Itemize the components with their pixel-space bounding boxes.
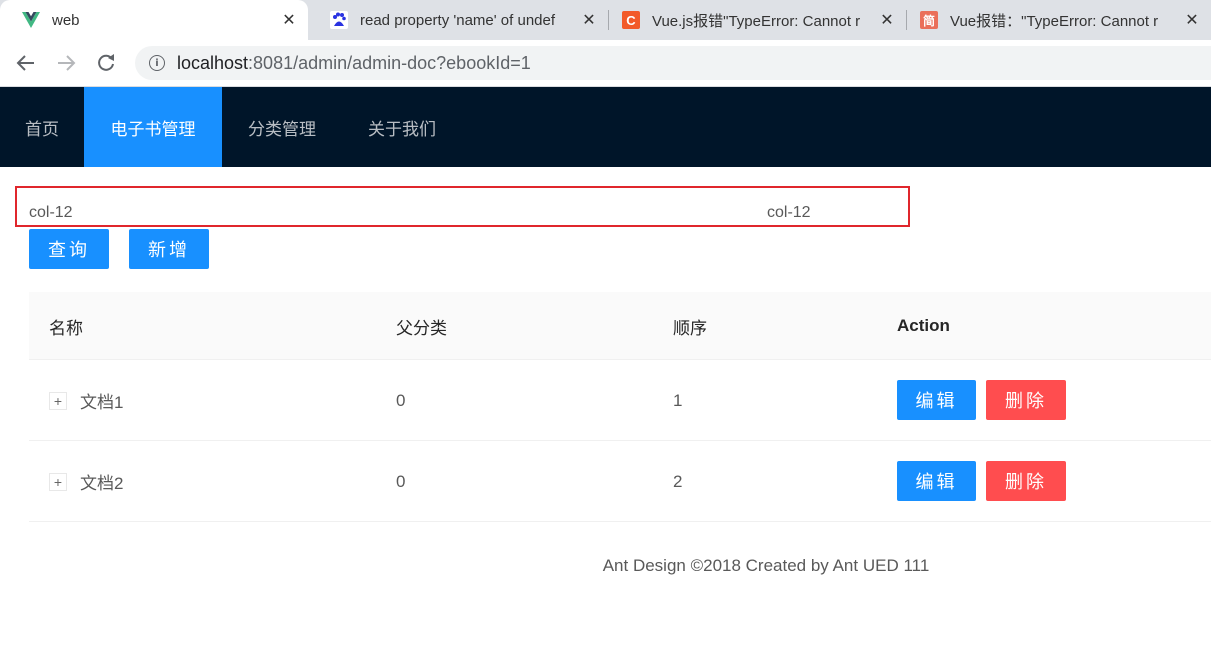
browser-tab-jianshu[interactable]: 简 Vue报错："TypeError: Cannot r ✕ [898,0,1211,40]
menu-item-about[interactable]: 关于我们 [342,87,462,167]
app-header: 首页 电子书管理 分类管理 关于我们 [0,87,1211,167]
add-button[interactable]: 新增 [129,229,209,269]
query-button[interactable]: 查询 [29,229,109,269]
tab-title: Vue报错："TypeError: Cannot r [950,12,1159,30]
cell-name: + 文档1 [49,360,123,441]
table-row: + 文档2 0 2 编辑 删除 [29,441,1211,522]
menu-item-ebook-admin[interactable]: 电子书管理 [84,87,222,167]
browser-tab-csdn[interactable]: C Vue.js报错"TypeError: Cannot r ✕ [600,0,906,40]
close-tab-icon[interactable]: ✕ [578,10,600,30]
baidu-paw-icon [330,11,348,29]
url-text: localhost:8081/admin/admin-doc?ebookId=1 [177,52,531,73]
close-tab-icon[interactable]: ✕ [876,10,898,30]
address-bar[interactable]: i localhost:8081/admin/admin-doc?ebookId… [135,46,1211,80]
tab-title: read property 'name' of undef [360,11,556,29]
table-header: 名称 父分类 顺序 Action [29,292,1211,360]
column-header-action: Action [897,316,950,335]
reload-icon[interactable] [93,50,119,76]
jianshu-icon: 简 [920,11,938,29]
grid-row-highlight: col-12 col-12 [15,186,910,227]
col-right-text: col-12 [767,204,811,221]
close-tab-icon[interactable]: ✕ [278,10,300,30]
menu-item-category-admin[interactable]: 分类管理 [222,87,342,167]
doc-name: 文档2 [80,474,124,493]
doc-name: 文档1 [80,393,124,412]
cell-parent: 0 [396,471,406,491]
menu-item-home[interactable]: 首页 [0,87,84,167]
tab-title: Vue.js报错"TypeError: Cannot r [652,12,861,30]
footer-text: Ant Design ©2018 Created by Ant UED 111 [602,556,930,575]
tab-title: web [52,11,80,29]
delete-button[interactable]: 删除 [986,461,1066,501]
table-row: + 文档1 0 1 编辑 删除 [29,360,1211,441]
delete-button[interactable]: 删除 [986,380,1066,420]
browser-toolbar: i localhost:8081/admin/admin-doc?ebookId… [0,40,1211,87]
close-tab-icon[interactable]: ✕ [1181,10,1203,30]
column-header-parent: 父分类 [396,318,447,338]
expand-plus-icon[interactable]: + [49,391,67,410]
column-header-name: 名称 [49,318,83,338]
expand-plus-icon[interactable]: + [49,472,67,491]
browser-tab-web[interactable]: web ✕ [0,0,308,40]
column-header-sort: 顺序 [673,318,707,338]
edit-button[interactable]: 编辑 [897,461,976,501]
csdn-c-icon: C [622,11,640,29]
cell-name: + 文档2 [49,441,123,522]
cell-sort: 1 [673,390,683,410]
browser-tab-bar: web ✕ read property 'name' of undef ✕ C … [0,0,1211,40]
edit-button[interactable]: 编辑 [897,380,976,420]
col-left-text: col-12 [29,204,73,221]
cell-parent: 0 [396,390,406,410]
cell-sort: 2 [673,471,683,491]
vue-logo-icon [22,11,40,29]
forward-arrow-icon[interactable] [53,50,79,76]
back-arrow-icon[interactable] [13,50,39,76]
site-info-icon[interactable]: i [149,55,165,71]
browser-tab-baidu[interactable]: read property 'name' of undef ✕ [308,0,608,40]
